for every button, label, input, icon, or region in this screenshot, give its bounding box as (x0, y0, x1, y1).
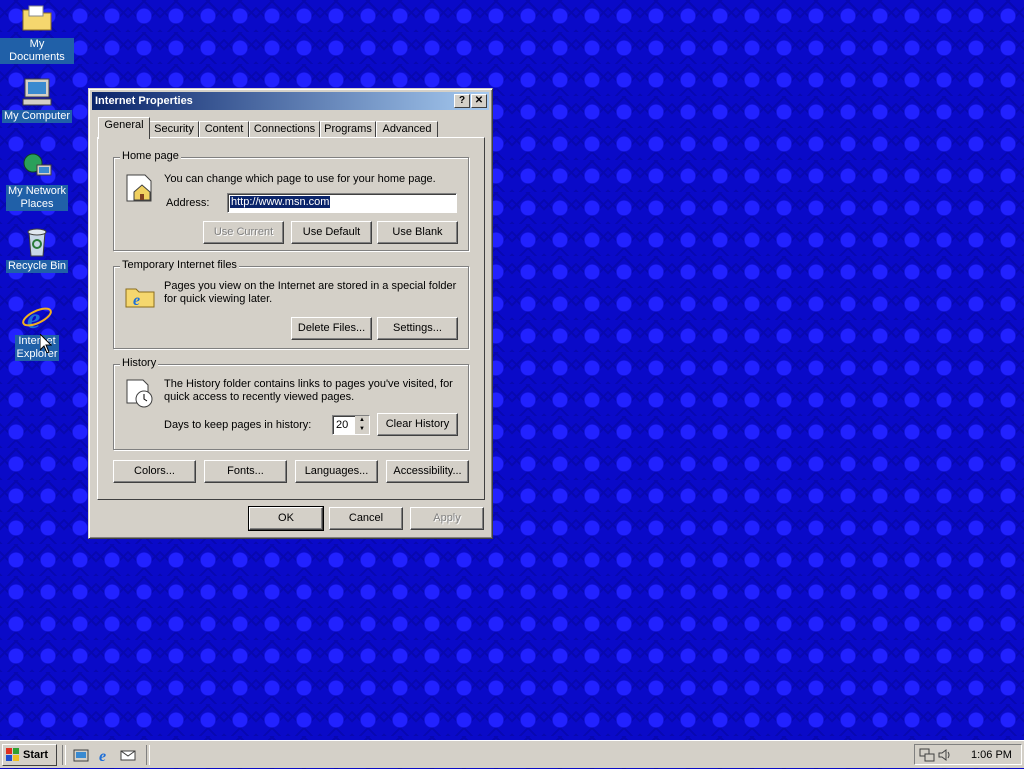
desktop-icon-label: Recycle Bin (5, 260, 69, 273)
desktop-icon-internet-explorer[interactable]: e Internet Explorer (0, 301, 74, 361)
home-page-title: Home page (120, 150, 181, 162)
taskbar-separator (146, 745, 150, 765)
address-value: http://www.msn.com (230, 196, 331, 208)
internet-explorer-icon: e (21, 301, 53, 335)
windows-logo-icon (6, 748, 20, 762)
tab-general[interactable]: General (98, 117, 150, 139)
desktop-icon-label: My Documents (0, 38, 74, 64)
history-description-2: quick access to recently viewed pages. (164, 391, 355, 403)
computer-icon (21, 76, 53, 108)
desktop-icon-my-network-places[interactable]: My Network Places (0, 151, 74, 211)
general-tab-panel: Home page You can change which page to u… (97, 137, 485, 500)
temp-files-description-1: Pages you view on the Internet are store… (164, 280, 457, 292)
clock[interactable]: 1:06 PM (971, 749, 1012, 762)
internet-properties-dialog: Internet Properties ? ✕ General Security… (88, 88, 493, 539)
history-title: History (120, 357, 159, 369)
accessibility-button[interactable]: Accessibility... (386, 460, 469, 483)
clear-history-button[interactable]: Clear History (377, 413, 458, 436)
languages-button[interactable]: Languages... (295, 460, 378, 483)
tab-security[interactable]: Security (149, 121, 199, 138)
svg-text:e: e (27, 302, 40, 333)
colors-button[interactable]: Colors... (113, 460, 196, 483)
home-page-icon (124, 172, 156, 204)
taskbar-separator (62, 745, 66, 765)
svg-text:e: e (133, 292, 140, 309)
history-clock-icon (124, 377, 156, 409)
tab-content[interactable]: Content (199, 121, 249, 138)
dialog-title: Internet Properties (95, 95, 193, 107)
home-page-group: Home page You can change which page to u… (113, 150, 469, 251)
recycle-bin-icon (21, 226, 53, 258)
delete-files-button[interactable]: Delete Files... (291, 317, 372, 340)
help-button[interactable]: ? (454, 94, 470, 108)
desktop-icon-my-computer[interactable]: My Computer (0, 76, 74, 123)
start-label: Start (23, 749, 49, 761)
taskbar: Start e 1:06 PM (0, 740, 1024, 768)
address-input[interactable]: http://www.msn.com (227, 193, 457, 213)
desktop-icon-label: My Network Places (5, 185, 69, 211)
network-tray-icon[interactable] (919, 747, 935, 763)
cancel-button[interactable]: Cancel (329, 507, 403, 530)
settings-button[interactable]: Settings... (377, 317, 458, 340)
tab-connections[interactable]: Connections (249, 121, 320, 138)
close-button[interactable]: ✕ (471, 94, 487, 108)
temporary-files-title: Temporary Internet files (120, 259, 239, 271)
tab-programs[interactable]: Programs (320, 121, 376, 138)
dialog-titlebar[interactable]: Internet Properties ? ✕ (92, 92, 489, 110)
use-current-button[interactable]: Use Current (203, 221, 284, 244)
apply-button[interactable]: Apply (410, 507, 484, 530)
folder-icon (21, 4, 53, 36)
outlook-express-quicklaunch-icon[interactable] (120, 747, 136, 763)
system-tray: 1:06 PM (914, 744, 1022, 765)
mouse-cursor-icon (39, 332, 53, 356)
address-label: Address: (166, 197, 210, 209)
use-blank-button[interactable]: Use Blank (377, 221, 458, 244)
history-description-1: The History folder contains links to pag… (164, 378, 453, 390)
home-page-description: You can change which page to use for you… (164, 173, 436, 185)
desktop-icon-recycle-bin[interactable]: Recycle Bin (0, 226, 74, 273)
days-to-keep-label: Days to keep pages in history: (164, 419, 312, 431)
use-default-button[interactable]: Use Default (291, 221, 372, 244)
desktop-icon-my-documents[interactable]: My Documents (0, 4, 74, 64)
days-to-keep-value: 20 (336, 419, 349, 431)
temporary-files-group: Temporary Internet files e Pages you vie… (113, 259, 469, 349)
desktop-icon-label: Internet Explorer (14, 335, 60, 361)
history-group: History The History folder contains link… (113, 357, 469, 450)
volume-icon[interactable] (937, 747, 953, 763)
tab-advanced[interactable]: Advanced (376, 121, 438, 138)
network-icon (21, 151, 53, 183)
desktop-icon-label: My Computer (1, 110, 73, 123)
show-desktop-icon[interactable] (73, 747, 89, 763)
fonts-button[interactable]: Fonts... (204, 460, 287, 483)
spin-down-icon[interactable]: ▼ (355, 425, 369, 434)
days-to-keep-stepper[interactable]: 20 ▲ ▼ (332, 415, 370, 435)
temp-files-folder-icon: e (124, 279, 156, 311)
start-button[interactable]: Start (2, 744, 57, 766)
internet-explorer-quicklaunch-icon[interactable]: e (97, 747, 113, 765)
temp-files-description-2: for quick viewing later. (164, 293, 273, 305)
svg-text:e: e (99, 748, 106, 763)
ok-button[interactable]: OK (248, 506, 324, 531)
